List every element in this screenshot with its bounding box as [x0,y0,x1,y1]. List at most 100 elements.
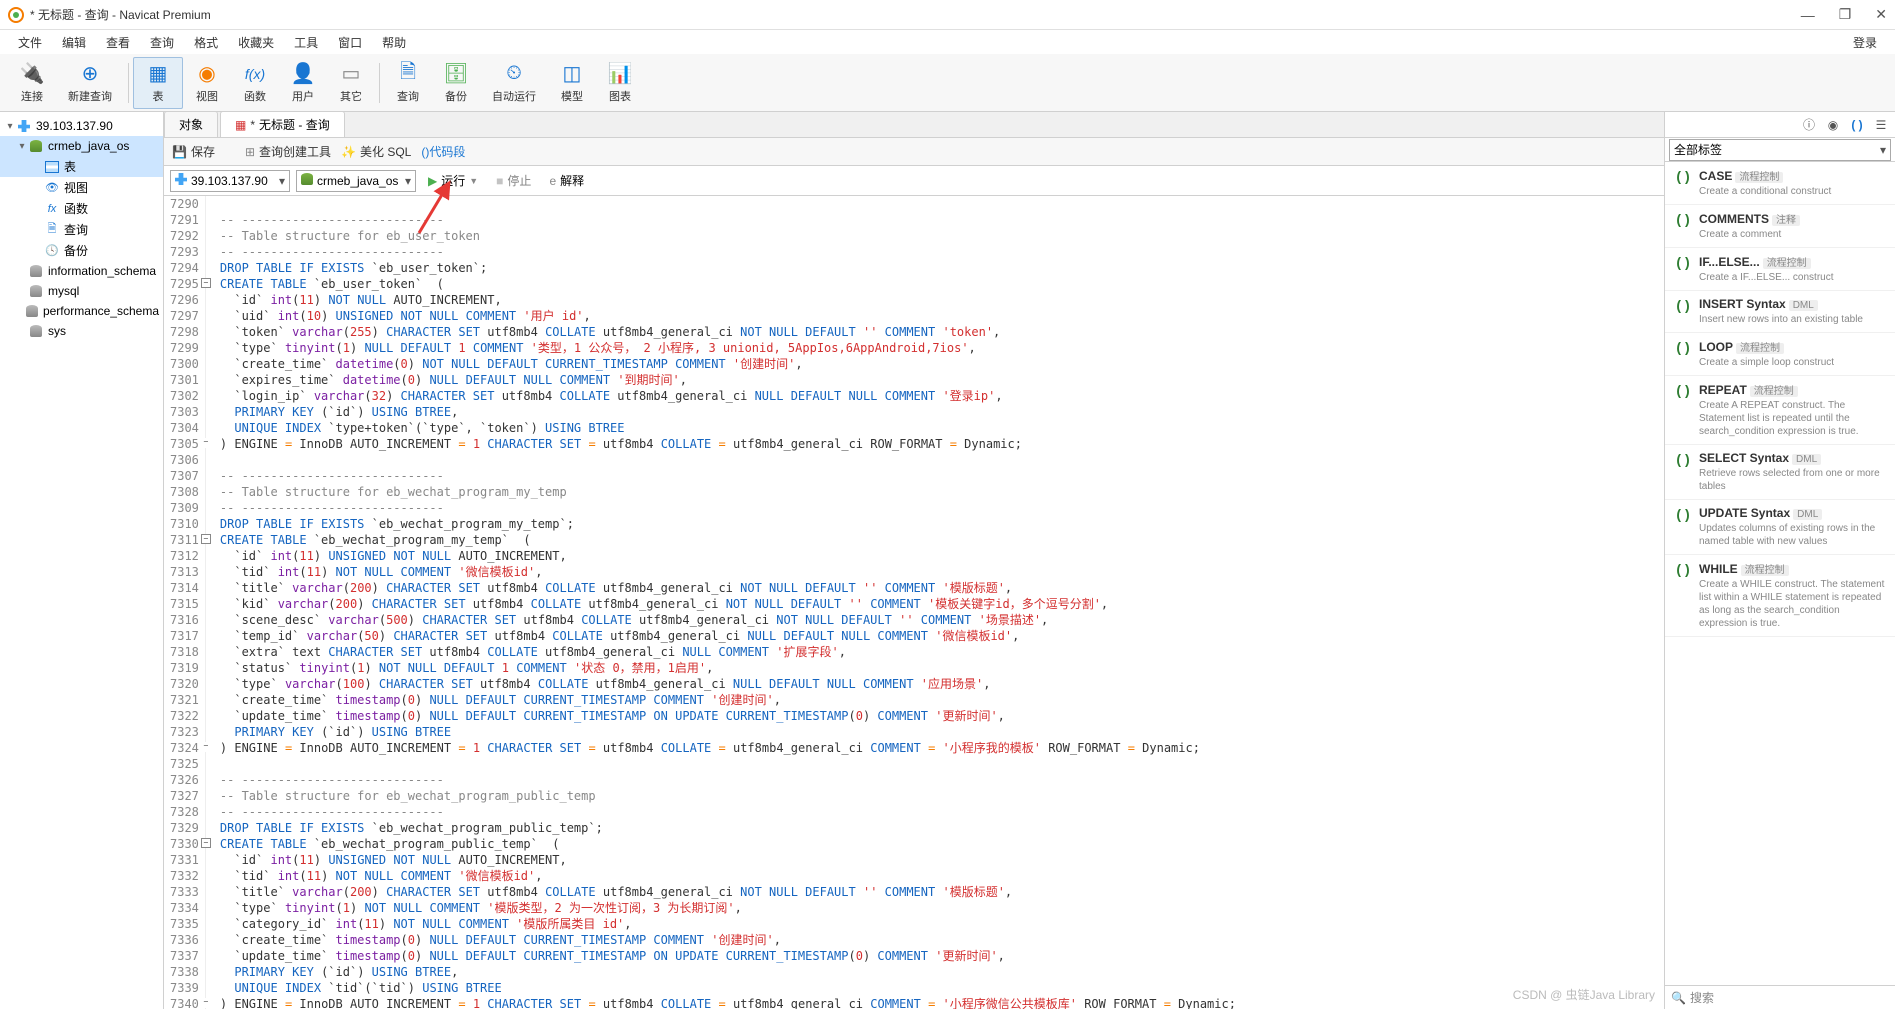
ribbon-user[interactable]: 👤用户 [279,57,327,109]
editor-toolbar: 💾保存 ⊞查询创建工具 ✨美化 SQL ()代码段 [164,138,1664,166]
snippet-item[interactable]: ( ) UPDATE SyntaxDML Updates columns of … [1665,500,1895,555]
code-content[interactable]: -- ------------------------------ Table … [206,196,1236,1009]
tab-query-untitled[interactable]: ▦ * 无标题 - 查询 [220,111,345,137]
tree-item[interactable]: 🕓备份 [0,240,163,261]
tree-node-icon [26,303,39,319]
separator [128,63,129,103]
snippet-description: Updates columns of existing rows in the … [1699,522,1887,548]
title-bar: * 无标题 - 查询 - Navicat Premium — ❐ ✕ [0,0,1895,30]
snippet-list[interactable]: ( ) CASE流程控制 Create a conditional constr… [1665,162,1895,985]
menu-help[interactable]: 帮助 [372,32,416,53]
snippet-title: REPEAT流程控制 [1699,382,1887,397]
function-icon: f(x) [243,62,267,86]
snippet-tag: DML [1793,509,1822,520]
menu-tools[interactable]: 工具 [284,32,328,53]
ribbon-model[interactable]: ◫模型 [548,57,596,109]
snippet-description: Create a simple loop construct [1699,356,1887,369]
tree-item[interactable]: 👁视图 [0,177,163,198]
ribbon-function[interactable]: f(x)函数 [231,57,279,109]
snippet-item[interactable]: ( ) WHILE流程控制 Create a WHILE construct. … [1665,555,1895,637]
snippet-item[interactable]: ( ) SELECT SyntaxDML Retrieve rows selec… [1665,445,1895,500]
menu-format[interactable]: 格式 [184,32,228,53]
ribbon-backup[interactable]: 🗄备份 [432,57,480,109]
explain-button[interactable]: e解释 [543,170,590,191]
tree-item[interactable]: ▾crmeb_java_os [0,136,163,156]
fold-marker-icon[interactable]: − [201,278,211,288]
tree-item[interactable]: information_schema [0,261,163,281]
tree-node-icon [28,283,44,299]
menu-view[interactable]: 查看 [96,32,140,53]
snippet-item[interactable]: ( ) REPEAT流程控制 Create A REPEAT construct… [1665,376,1895,445]
clock-icon: ⏲ [502,62,526,86]
run-button[interactable]: ▶运行▼ [422,170,484,191]
beautify-sql-button[interactable]: ✨美化 SQL [341,143,411,160]
separator [379,63,380,103]
expand-icon[interactable]: ▾ [16,141,28,152]
tree-item[interactable]: ▾39.103.137.90 [0,116,163,136]
snippet-title: WHILE流程控制 [1699,561,1887,576]
tree-node-label: information_schema [48,264,156,278]
snippet-description: Create a comment [1699,228,1887,241]
snippet-item[interactable]: ( ) INSERT SyntaxDML Insert new rows int… [1665,291,1895,333]
query-builder-button[interactable]: ⊞查询创建工具 [245,143,331,160]
snippet-filter-selector[interactable]: 全部标签 [1669,139,1891,161]
tree-item[interactable]: performance_schema [0,301,163,321]
snippet-title: CASE流程控制 [1699,168,1887,183]
database-selector[interactable]: crmeb_java_os [296,170,416,192]
tab-objects[interactable]: 对象 [164,111,218,137]
snippet-tag: 流程控制 [1763,258,1811,269]
fold-marker-icon[interactable]: − [201,838,211,848]
tree-item[interactable]: mysql [0,281,163,301]
menu-file[interactable]: 文件 [8,32,52,53]
ribbon-autorun[interactable]: ⏲自动运行 [480,57,548,109]
expand-icon[interactable]: ▾ [4,121,16,132]
menu-query[interactable]: 查询 [140,32,184,53]
connection-tree[interactable]: ▾39.103.137.90▾crmeb_java_os表👁视图fx函数🗎查询🕓… [0,112,164,1009]
snippet-view-icon[interactable]: ( ) [1849,117,1865,133]
minimize-button[interactable]: — [1801,7,1815,23]
snippet-icon: ( ) [1673,254,1693,274]
snippet-item[interactable]: ( ) IF...ELSE...流程控制 Create a IF...ELSE.… [1665,248,1895,291]
snippet-panel: ⓘ ◉ ( ) ☰ 全部标签 ( ) CASE流程控制 Create a con… [1665,112,1895,1009]
tree-item[interactable]: fx函数 [0,198,163,219]
tree-node-icon [44,159,60,175]
eye-view-icon[interactable]: ◉ [1825,117,1841,133]
stop-button[interactable]: ■停止 [490,170,537,191]
tree-item[interactable]: 🗎查询 [0,219,163,240]
list-view-icon[interactable]: ☰ [1873,117,1889,133]
info-view-icon[interactable]: ⓘ [1801,117,1817,133]
snippet-item[interactable]: ( ) CASE流程控制 Create a conditional constr… [1665,162,1895,205]
ribbon-other[interactable]: ▭其它 [327,57,375,109]
ribbon-query[interactable]: 🗎查询 [384,57,432,109]
snippet-icon: ( ) [1673,506,1693,526]
snippet-item[interactable]: ( ) COMMENTS注释 Create a comment [1665,205,1895,248]
login-link[interactable]: 登录 [1843,32,1887,53]
snippet-item[interactable]: ( ) LOOP流程控制 Create a simple loop constr… [1665,333,1895,376]
explain-icon: e [549,174,556,188]
maximize-button[interactable]: ❐ [1839,6,1852,23]
snippet-description: Create a conditional construct [1699,185,1887,198]
ribbon-chart[interactable]: 📊图表 [596,57,644,109]
menu-window[interactable]: 窗口 [328,32,372,53]
new-query-icon: ⊕ [78,62,102,86]
menu-edit[interactable]: 编辑 [52,32,96,53]
tree-item[interactable]: sys [0,321,163,341]
code-snippet-button[interactable]: ()代码段 [421,143,465,160]
tree-node-icon [28,138,44,154]
ribbon-table[interactable]: ▦表 [133,57,183,109]
ribbon-connection[interactable]: 🔌连接 [8,57,56,109]
fold-marker-icon[interactable]: − [201,534,211,544]
snippet-search[interactable]: 🔍 搜索 [1665,985,1895,1009]
sql-editor[interactable]: 729072917292729372947295−729672977298729… [164,196,1664,1009]
stop-icon: ■ [496,174,503,188]
tree-item[interactable]: 表 [0,156,163,177]
server-selector[interactable]: 39.103.137.90 [170,170,290,192]
snippet-description: Create A REPEAT construct. The Statement… [1699,399,1887,438]
close-button[interactable]: ✕ [1875,6,1887,23]
menu-favorites[interactable]: 收藏夹 [228,32,284,53]
ribbon-new-query[interactable]: ⊕新建查询 [56,57,124,109]
save-button[interactable]: 💾保存 [172,143,215,160]
builder-icon: ⊞ [245,145,255,159]
ribbon-view[interactable]: ◉视图 [183,57,231,109]
snippet-description: Create a WHILE construct. The statement … [1699,578,1887,630]
